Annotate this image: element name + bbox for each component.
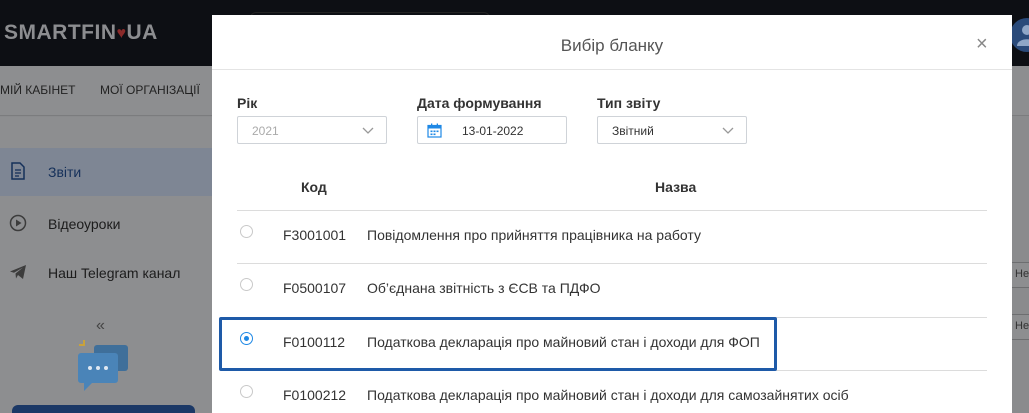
nav-my-cabinet[interactable]: МІЙ КАБІНЕТ <box>0 83 76 97</box>
row-name: Повідомлення про прийняття працівника на… <box>367 227 701 243</box>
date-input[interactable]: 13-01-2022 <box>417 116 567 144</box>
year-label: Рік <box>237 95 258 111</box>
divider <box>237 210 987 211</box>
year-select[interactable]: 2021 <box>237 116 387 144</box>
chat-illustration-icon <box>78 340 128 391</box>
divider <box>237 317 987 318</box>
row-name: Податкова декларація про майновий стан і… <box>367 387 849 403</box>
collapse-sidebar-icon[interactable]: « <box>96 317 105 335</box>
background-field-2: Не <box>1010 314 1029 340</box>
row-code: F0500107 <box>283 280 347 296</box>
avatar[interactable] <box>1010 18 1029 52</box>
document-icon <box>11 162 25 180</box>
heart-icon: ♥ <box>116 25 127 42</box>
date-label: Дата формування <box>417 95 542 111</box>
modal-header: Вибір бланку × <box>212 15 1012 70</box>
app-logo[interactable]: SMARTFIN♥UA <box>4 21 158 45</box>
close-icon[interactable]: × <box>976 33 988 56</box>
modal-title: Вибір бланку <box>560 36 664 55</box>
row-radio[interactable] <box>240 225 253 238</box>
column-header-name: Назва <box>655 179 697 195</box>
report-type-label: Тип звіту <box>597 95 661 111</box>
play-icon <box>9 214 27 232</box>
date-value: 13-01-2022 <box>462 124 524 138</box>
table-row[interactable]: F0500107 Об’єднана звітність з ЄСВ та ПД… <box>237 265 987 317</box>
user-icon <box>1017 25 1029 46</box>
row-radio[interactable] <box>240 278 253 291</box>
row-code: F0100112 <box>283 334 346 350</box>
sidebar-item-video-lessons[interactable]: Відеоуроки <box>0 200 212 248</box>
chevron-down-icon <box>362 127 374 134</box>
sidebar: Звіти Відеоуроки Наш Telegram канал « <box>0 117 212 413</box>
column-header-code: Код <box>301 179 327 195</box>
year-value: 2021 <box>252 124 279 138</box>
row-radio-checked[interactable] <box>240 332 253 345</box>
divider <box>237 370 987 371</box>
row-radio[interactable] <box>240 385 253 398</box>
row-code: F3001001 <box>283 227 347 243</box>
sidebar-item-label: Наш Telegram канал <box>48 265 181 281</box>
nav-my-organizations[interactable]: МОЇ ОРГАНІЗАЦІЇ <box>100 83 200 97</box>
table-row[interactable]: F0100212 Податкова декларація про майнов… <box>237 372 987 413</box>
sidebar-item-label: Відеоуроки <box>48 216 121 232</box>
sidebar-item-reports[interactable]: Звіти <box>0 148 212 196</box>
divider <box>237 263 987 264</box>
sidebar-action-button[interactable] <box>12 405 195 413</box>
telegram-icon <box>10 265 26 279</box>
background-field-1: Не <box>1010 262 1029 288</box>
form-select-modal: Вибір бланку × Рік 2021 Дата формування … <box>212 15 1012 413</box>
table-row[interactable]: F3001001 Повідомлення про прийняття прац… <box>237 212 987 264</box>
logo-text-right: UA <box>126 21 158 44</box>
table-row-selected[interactable]: F0100112 Податкова декларація про майнов… <box>237 319 987 371</box>
logo-text-left: SMARTFIN <box>4 21 117 44</box>
calendar-icon <box>427 123 442 138</box>
chevron-down-icon <box>722 127 734 134</box>
row-code: F0100212 <box>283 387 347 403</box>
report-type-value: Звітний <box>612 124 654 138</box>
row-name: Податкова декларація про майновий стан і… <box>367 334 760 350</box>
row-name: Об’єднана звітність з ЄСВ та ПДФО <box>367 280 601 296</box>
sidebar-item-label: Звіти <box>48 164 82 180</box>
sidebar-item-telegram[interactable]: Наш Telegram канал <box>0 249 212 297</box>
report-type-select[interactable]: Звітний <box>597 116 747 144</box>
